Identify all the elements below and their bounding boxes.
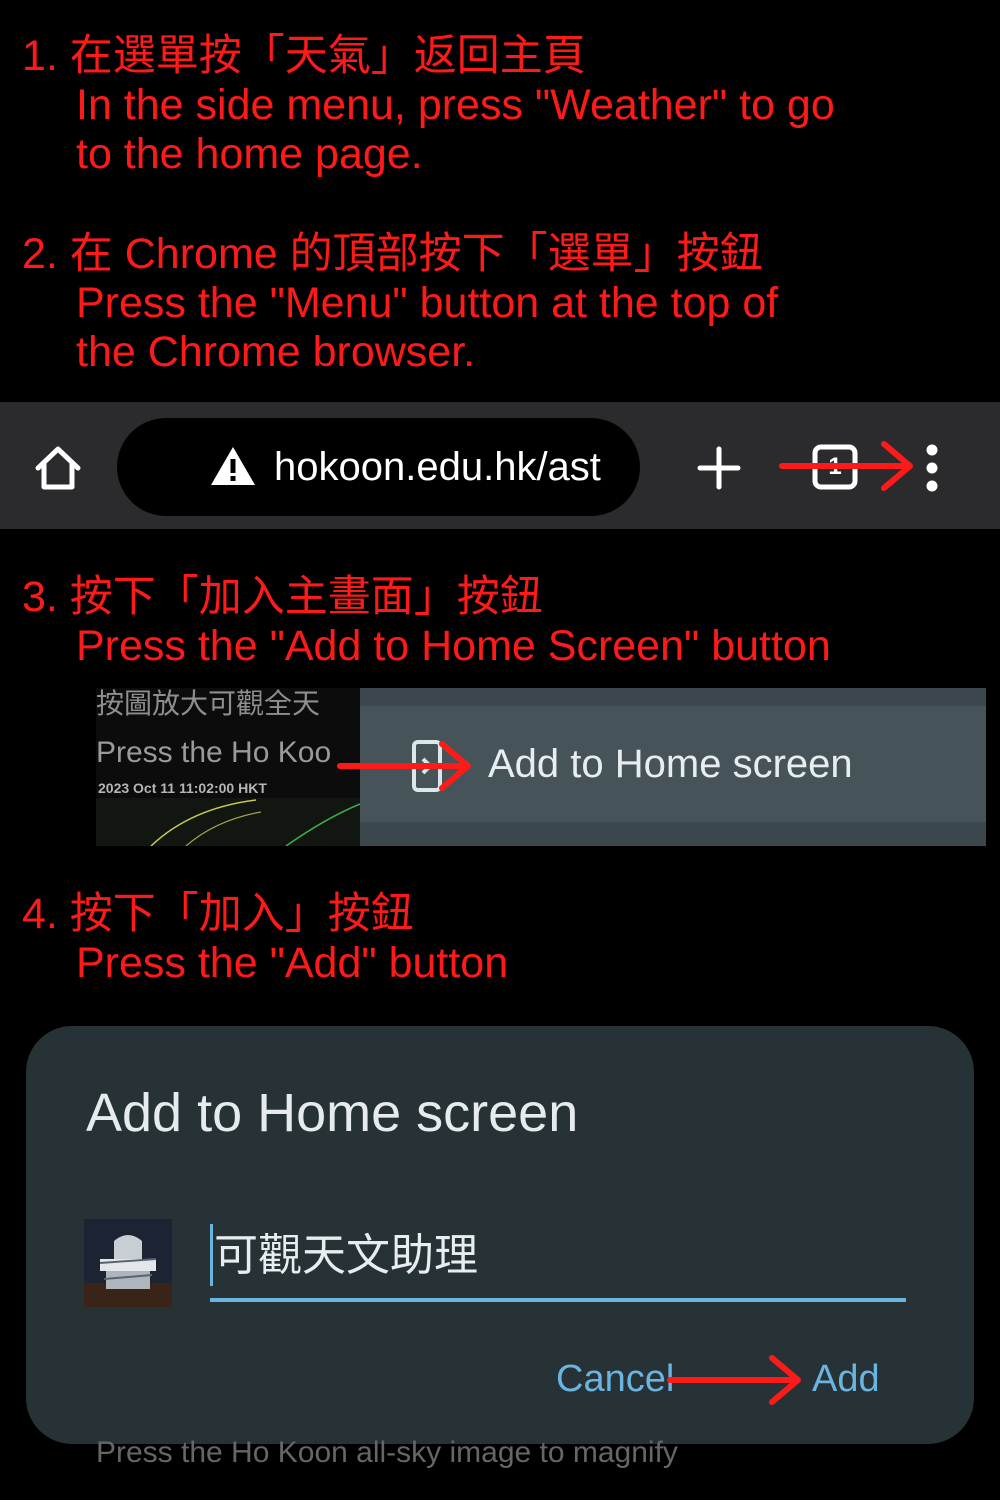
step-3-english-line-1: Press the "Add to Home Screen" button bbox=[76, 622, 831, 670]
step-1-english-line-1: In the side menu, press "Weather" to go bbox=[76, 81, 835, 129]
plus-icon bbox=[697, 446, 741, 490]
text-caret bbox=[210, 1224, 213, 1286]
warning-icon bbox=[211, 447, 255, 485]
more-vert-icon bbox=[926, 444, 938, 492]
background-faded-text: 按圖放大可觀全天 bbox=[96, 688, 321, 720]
step-1-chinese: 1. 在選單按「天氣」返回主頁 bbox=[22, 32, 586, 80]
instruction-step-1: 1. 在選單按「天氣」返回主頁 In the side menu, press … bbox=[22, 32, 835, 179]
url-text: hokoon.edu.hk/ast bbox=[274, 445, 601, 489]
add-to-home-screen-label: Add to Home screen bbox=[488, 742, 853, 786]
home-icon bbox=[35, 446, 81, 490]
add-button[interactable]: Add bbox=[812, 1356, 880, 1402]
step-4-chinese: 4. 按下「加入」按鈕 bbox=[22, 890, 414, 938]
sky-image bbox=[96, 798, 360, 846]
instruction-step-4: 4. 按下「加入」按鈕 Press the "Add" button bbox=[22, 890, 508, 988]
add-to-home-screen-menu-item[interactable]: Add to Home screen bbox=[360, 706, 986, 822]
add-to-home-screen-dialog: Add to Home screen 可觀天文助理 Cancel Add bbox=[26, 1026, 974, 1444]
add-to-home-screen-icon bbox=[410, 740, 442, 792]
menu-screenshot: 按圖放大可觀全天 Press the Ho Koo 2023 Oct 11 11… bbox=[96, 688, 986, 846]
home-button[interactable] bbox=[30, 440, 86, 496]
dialog-title: Add to Home screen bbox=[86, 1083, 579, 1143]
step-1-english-line-2: to the home page. bbox=[76, 130, 423, 178]
step-2-chinese: 2. 在 Chrome 的頂部按下「選單」按鈕 bbox=[22, 230, 763, 278]
chrome-menu-popup: Add to Home screen bbox=[360, 688, 986, 846]
step-4-english-line-1: Press the "Add" button bbox=[76, 939, 509, 987]
instruction-step-2: 2. 在 Chrome 的頂部按下「選單」按鈕 Press the "Menu"… bbox=[22, 230, 778, 377]
tab-count: 1 bbox=[828, 453, 842, 480]
chrome-menu-button[interactable] bbox=[914, 442, 950, 494]
background-timestamp: 2023 Oct 11 11:02:00 HKT bbox=[98, 780, 267, 796]
bottom-faded-text: Press the Ho Koon all-sky image to magni… bbox=[96, 1436, 678, 1469]
shortcut-name-value: 可觀天文助理 bbox=[214, 1230, 478, 1281]
instruction-step-3: 3. 按下「加入主畫面」按鈕 Press the "Add to Home Sc… bbox=[22, 573, 831, 671]
step-2-english-line-2: the Chrome browser. bbox=[76, 328, 476, 376]
tab-switcher-button[interactable]: 1 bbox=[812, 444, 858, 490]
cancel-button[interactable]: Cancel bbox=[556, 1356, 674, 1402]
chrome-toolbar: hokoon.edu.hk/ast 1 bbox=[0, 402, 1000, 529]
step-3-chinese: 3. 按下「加入主畫面」按鈕 bbox=[22, 573, 543, 621]
background-press-text: Press the Ho Koo bbox=[96, 736, 332, 769]
address-bar[interactable]: hokoon.edu.hk/ast bbox=[117, 418, 640, 516]
new-tab-button[interactable] bbox=[697, 446, 741, 490]
ho-koon-app-icon bbox=[84, 1219, 172, 1307]
shortcut-name-input[interactable]: 可觀天文助理 bbox=[210, 1224, 906, 1302]
step-2-english-line-1: Press the "Menu" button at the top of bbox=[76, 279, 779, 327]
